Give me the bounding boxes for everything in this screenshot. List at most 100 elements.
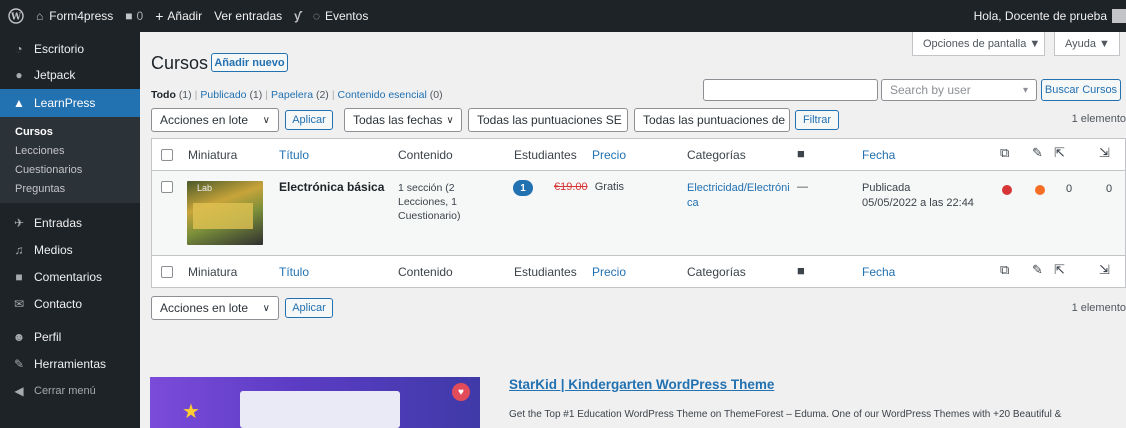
select-all-checkbox[interactable] [161,149,173,161]
events-icon: ◌ [312,9,320,23]
chevron-down-icon: ∨ [446,114,454,126]
select-all-checkbox-footer[interactable] [161,266,173,278]
date-cell: Publicada 05/05/2022 a las 22:44 [862,181,974,211]
price-cell: €19.00 Gratis [554,181,624,193]
apply-button-top[interactable]: Aplicar [285,110,333,130]
old-price: €19.00 [554,181,588,193]
new-content-link[interactable]: + Añadir [149,0,208,32]
menu-label: Comentarios [34,269,103,284]
view-filters: Todo (1) | Publicado (1) | Papelera (2) | Cont… [151,89,443,101]
filter-button[interactable]: Filtrar [795,110,839,130]
menu-item-learnpress[interactable]: ▲ LearnPress [0,89,140,117]
outgoing-links-icon: ⇱ [1054,145,1065,160]
items-count-bottom: 1 elemento [1071,302,1126,314]
row-checkbox[interactable] [161,181,173,193]
comments-count: 0 [136,9,144,23]
col-price[interactable]: Precio [592,148,626,162]
seo-filter-label: Todas las puntuaciones SE [477,113,622,127]
course-thumbnail[interactable]: Lab [187,181,263,245]
submenu-cursos[interactable]: Cursos [0,123,140,142]
menu-item-comentarios[interactable]: ■ Comentarios [0,265,140,288]
col-date-footer[interactable]: Fecha [862,265,895,279]
search-placeholder: Search by user [890,83,971,97]
table-row: Lab Electrónica básica 1 sección (2 Lecc… [152,171,1125,255]
menu-item-escritorio[interactable]: ◔ Escritorio [0,37,140,60]
col-content: Contenido [398,148,453,162]
yoast-icon[interactable]: ƴ [288,0,307,32]
avatar [1112,9,1126,23]
my-account-link[interactable]: Hola, Docente de prueba [968,0,1126,32]
chevron-down-icon: ∨ [622,115,627,126]
menu-item-medios[interactable]: ♫ Medios [0,238,140,261]
promo-banner-image[interactable]: ★ ♥ [150,377,480,428]
col-title[interactable]: Título [279,148,309,162]
comments-icon: ■ [797,263,805,278]
col-categories-footer: Categorías [687,265,746,279]
content-line: 1 sección (2 [398,182,455,194]
table-footer-row: Miniatura Título Contenido Estudiantes P… [152,255,1125,287]
bulk-label: Acciones en lote [160,301,249,315]
user-search-select[interactable]: Search by user ▾ [881,79,1037,101]
chevron-down-icon: ▾ [1022,84,1028,96]
course-content-summary: 1 sección (2 Lecciones, 1 Cuestionario) [398,181,460,223]
date-filter-select[interactable]: Todas las fechas ∨ [344,108,462,132]
seo-score-icon: ⧉ [1000,262,1010,277]
user-icon: ☻ [12,329,26,344]
plus-icon: + [155,8,164,24]
view-all[interactable]: Todo (1) [151,89,192,101]
course-title-link[interactable]: Electrónica básica [279,180,384,194]
category-line: Electricidad/Electróni [687,182,790,194]
category-line: ca [687,197,699,209]
menu-item-entradas[interactable]: ✈ Entradas [0,211,140,234]
post-status: Publicada [862,182,911,194]
seo-score-filter-select[interactable]: Todas las puntuaciones SE∨ [468,108,628,132]
view-trash[interactable]: Papelera [271,89,313,101]
thumbnail-board [193,203,253,229]
col-students: Estudiantes [514,148,577,162]
menu-item-contacto[interactable]: ✉ Contacto [0,292,140,315]
bulk-label: Acciones en lote [160,113,249,127]
search-courses-button[interactable]: Buscar Cursos [1041,79,1121,101]
col-price-footer[interactable]: Precio [592,265,626,279]
readability-icon: ✎ [1032,145,1043,160]
events-link[interactable]: ◌ Eventos [307,0,375,32]
view-entries-link[interactable]: Ver entradas [208,0,288,32]
students-count-badge[interactable]: 1 [513,180,533,196]
submenu-preguntas[interactable]: Preguntas [0,180,140,199]
search-input[interactable] [703,79,878,101]
col-date[interactable]: Fecha [862,148,895,162]
bulk-actions-select[interactable]: Acciones en lote ∨ [151,108,279,132]
outgoing-links-icon: ⇱ [1054,262,1065,277]
category-link[interactable]: Electricidad/Electróni ca [687,181,790,211]
comment-icon: ■ [15,269,23,284]
items-count-top: 1 elemento [1071,113,1126,125]
help-button[interactable]: Ayuda ▼ [1054,32,1120,56]
readability-icon: ✎ [1032,262,1043,277]
add-new-button[interactable]: Añadir nuevo [211,53,288,72]
menu-label: Escritorio [34,41,85,56]
menu-item-jetpack[interactable]: ● Jetpack [0,63,140,86]
apply-button-bottom[interactable]: Aplicar [285,298,333,318]
seo-score-icon: ⧉ [1000,145,1010,160]
collapse-menu-button[interactable]: ◀ Cerrar menú [0,379,140,402]
col-categories: Categorías [687,148,746,162]
submenu-lecciones[interactable]: Lecciones [0,142,140,161]
site-name-link[interactable]: ⌂ Form4press [30,0,119,32]
menu-item-perfil[interactable]: ☻ Perfil [0,325,140,348]
wordpress-logo-icon[interactable]: W [0,0,30,32]
menu-label: Cerrar menú [34,384,96,397]
menu-item-herramientas[interactable]: ✎ Herramientas [0,352,140,375]
readability-score-dot [1035,185,1045,195]
comment-icon: ■ [125,9,133,23]
bulk-actions-select-bottom[interactable]: Acciones en lote ∨ [151,296,279,320]
admin-bar: W ⌂ Form4press ■ 0 + Añadir Ver entradas… [0,0,1126,32]
view-essential[interactable]: Contenido esencial [338,89,427,101]
screen-options-button[interactable]: Opciones de pantalla ▼ [912,32,1045,56]
comments-link[interactable]: ■ 0 [119,0,149,32]
view-published[interactable]: Publicado [200,89,246,101]
col-title-footer[interactable]: Título [279,265,309,279]
readability-filter-select[interactable]: Todas las puntuaciones de∨ [634,108,790,132]
submenu-cuestionarios[interactable]: Cuestionarios [0,161,140,180]
table-header-row: Miniatura Título Contenido Estudiantes P… [152,139,1125,171]
promo-title-link[interactable]: StarKid | Kindergarten WordPress Theme [509,377,774,392]
